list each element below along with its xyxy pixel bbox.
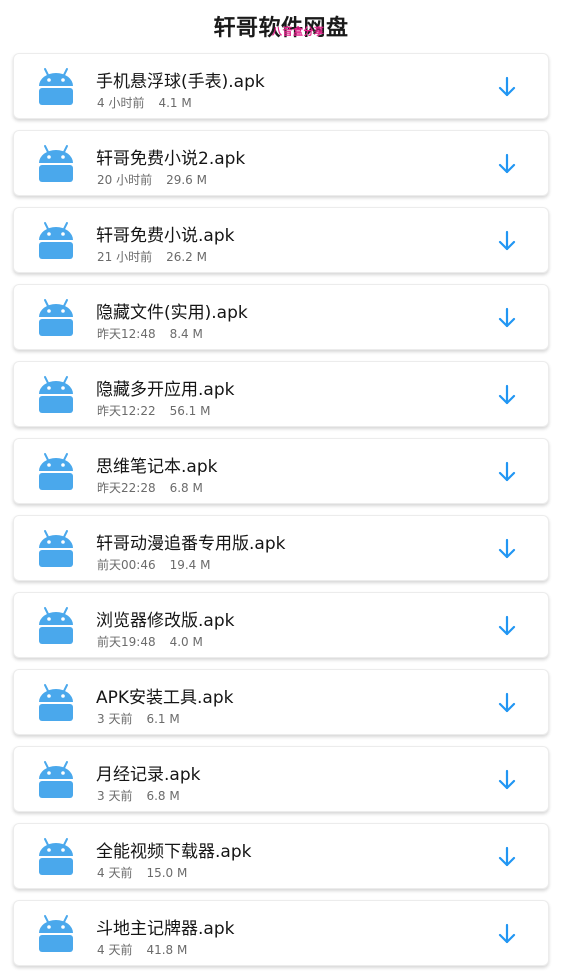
file-name: 思维笔记本.apk [96, 457, 218, 477]
android-icon [39, 607, 73, 644]
download-button[interactable] [492, 842, 522, 872]
file-item[interactable]: 思维笔记本.apk 昨天22:28 6.8 M [13, 438, 549, 504]
arrow-down-icon [498, 692, 516, 713]
file-item[interactable]: 月经记录.apk 3 天前 6.8 M [13, 746, 549, 812]
download-button[interactable] [492, 919, 522, 949]
file-item[interactable]: 手机悬浮球(手表).apk 4 小时前 4.1 M [13, 53, 549, 119]
file-meta: 20 小时前 29.6 M [97, 171, 207, 188]
file-name: 轩哥动漫追番专用版.apk [96, 534, 286, 554]
download-button[interactable] [492, 611, 522, 641]
file-meta: 3 天前 6.1 M [97, 710, 180, 727]
android-icon [39, 761, 73, 798]
download-button[interactable] [492, 688, 522, 718]
file-meta: 前天00:46 19.4 M [97, 556, 210, 573]
download-button[interactable] [492, 534, 522, 564]
file-size: 6.8 M [169, 481, 203, 495]
file-name: APK安装工具.apk [96, 688, 234, 708]
android-icon [39, 68, 73, 105]
file-time: 前天00:46 [97, 558, 156, 572]
download-button[interactable] [492, 765, 522, 795]
file-size: 15.0 M [146, 866, 188, 880]
app-header: 轩哥软件网盘 八音盒分享 [0, 0, 562, 52]
file-item[interactable]: 浏览器修改版.apk 前天19:48 4.0 M [13, 592, 549, 658]
file-time: 4 天前 [97, 943, 133, 957]
file-time: 4 小时前 [97, 96, 145, 110]
file-meta: 4 天前 41.8 M [97, 941, 187, 958]
file-name: 手机悬浮球(手表).apk [96, 72, 265, 92]
android-icon [39, 453, 73, 490]
file-size: 19.4 M [169, 558, 211, 572]
download-button[interactable] [492, 72, 522, 102]
file-time: 3 天前 [97, 712, 133, 726]
file-item[interactable]: 轩哥动漫追番专用版.apk 前天00:46 19.4 M [13, 515, 549, 581]
arrow-down-icon [498, 307, 516, 328]
file-meta: 4 小时前 4.1 M [97, 94, 192, 111]
android-icon [39, 299, 73, 336]
file-size: 6.1 M [146, 712, 180, 726]
arrow-down-icon [498, 538, 516, 559]
file-time: 21 小时前 [97, 250, 153, 264]
download-button[interactable] [492, 226, 522, 256]
file-size: 56.1 M [169, 404, 211, 418]
download-button[interactable] [492, 457, 522, 487]
file-item[interactable]: 全能视频下载器.apk 4 天前 15.0 M [13, 823, 549, 889]
arrow-down-icon [498, 846, 516, 867]
file-size: 8.4 M [169, 327, 203, 341]
android-icon [39, 222, 73, 259]
download-button[interactable] [492, 380, 522, 410]
file-meta: 昨天22:28 6.8 M [97, 479, 203, 496]
arrow-down-icon [498, 384, 516, 405]
file-name: 浏览器修改版.apk [96, 611, 235, 631]
android-icon [39, 145, 73, 182]
file-size: 29.6 M [166, 173, 207, 187]
arrow-down-icon [498, 76, 516, 97]
file-time: 20 小时前 [97, 173, 153, 187]
file-name: 隐藏文件(实用).apk [96, 303, 248, 323]
file-list: 手机悬浮球(手表).apk 4 小时前 4.1 M 轩哥免费小说2.apk 20… [13, 53, 549, 977]
file-name: 轩哥免费小说2.apk [96, 149, 246, 169]
android-icon [39, 915, 73, 952]
file-item[interactable]: 斗地主记牌器.apk 4 天前 41.8 M [13, 900, 549, 966]
file-meta: 前天19:48 4.0 M [97, 633, 203, 650]
android-icon [39, 530, 73, 567]
watermark: 八音盒分享 [272, 27, 325, 38]
file-meta: 昨天12:22 56.1 M [97, 402, 210, 419]
arrow-down-icon [498, 769, 516, 790]
file-size: 41.8 M [146, 943, 188, 957]
file-meta: 21 小时前 26.2 M [97, 248, 207, 265]
file-time: 昨天22:28 [97, 481, 156, 495]
download-button[interactable] [492, 149, 522, 179]
file-time: 3 天前 [97, 789, 133, 803]
file-item[interactable]: 隐藏文件(实用).apk 昨天12:48 8.4 M [13, 284, 549, 350]
file-time: 昨天12:22 [97, 404, 156, 418]
file-size: 6.8 M [146, 789, 180, 803]
file-meta: 昨天12:48 8.4 M [97, 325, 203, 342]
android-icon [39, 838, 73, 875]
android-icon [39, 376, 73, 413]
file-size: 4.0 M [169, 635, 203, 649]
file-name: 轩哥免费小说.apk [96, 226, 235, 246]
file-item[interactable]: 轩哥免费小说.apk 21 小时前 26.2 M [13, 207, 549, 273]
file-name: 斗地主记牌器.apk [96, 919, 235, 939]
android-icon [39, 684, 73, 721]
arrow-down-icon [498, 230, 516, 251]
arrow-down-icon [498, 923, 516, 944]
file-meta: 4 天前 15.0 M [97, 864, 187, 881]
file-size: 4.1 M [158, 96, 192, 110]
file-name: 月经记录.apk [96, 765, 201, 785]
file-item[interactable]: 轩哥免费小说2.apk 20 小时前 29.6 M [13, 130, 549, 196]
download-button[interactable] [492, 303, 522, 333]
file-item[interactable]: APK安装工具.apk 3 天前 6.1 M [13, 669, 549, 735]
file-time: 前天19:48 [97, 635, 156, 649]
file-time: 昨天12:48 [97, 327, 156, 341]
arrow-down-icon [498, 461, 516, 482]
file-meta: 3 天前 6.8 M [97, 787, 180, 804]
file-name: 全能视频下载器.apk [96, 842, 252, 862]
file-time: 4 天前 [97, 866, 133, 880]
arrow-down-icon [498, 153, 516, 174]
arrow-down-icon [498, 615, 516, 636]
file-name: 隐藏多开应用.apk [96, 380, 235, 400]
file-item[interactable]: 隐藏多开应用.apk 昨天12:22 56.1 M [13, 361, 549, 427]
file-size: 26.2 M [166, 250, 207, 264]
